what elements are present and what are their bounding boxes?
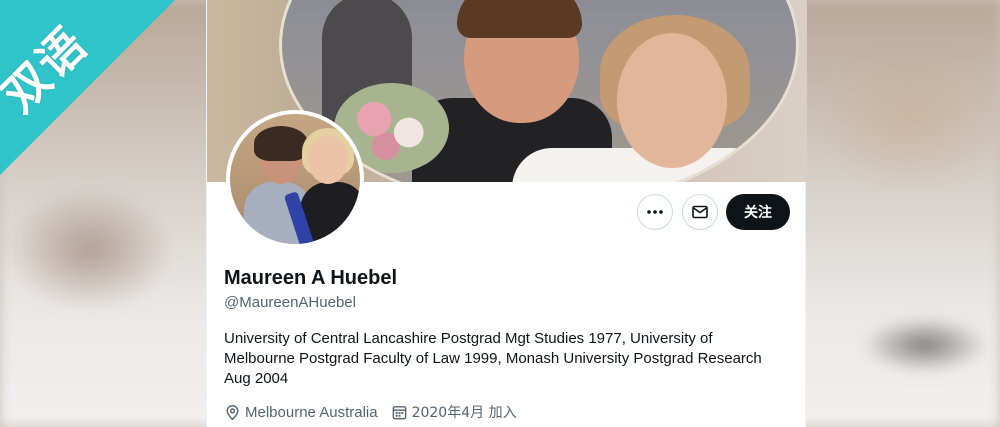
user-handle: @MaureenAHuebel (224, 294, 356, 311)
profile-bio: University of Central Lancashire Postgra… (224, 330, 762, 387)
avatar[interactable] (226, 110, 364, 248)
calendar-icon (392, 405, 406, 419)
profile-card: 关注 Maureen A Huebel @MaureenAHuebel Univ… (206, 0, 807, 427)
more-button[interactable] (637, 194, 673, 230)
envelope-icon (692, 205, 708, 219)
more-horizontal-icon (647, 210, 663, 214)
profile-meta: Melbourne Australia 2020年4月 加入 (224, 402, 530, 422)
follow-button[interactable]: 关注 (726, 194, 790, 230)
joined-item: 2020年4月 加入 (391, 402, 517, 422)
location-pin-icon (226, 404, 239, 420)
location-text: Melbourne Australia (245, 403, 378, 421)
joined-text: 2020年4月 加入 (411, 405, 517, 421)
message-button[interactable] (682, 194, 718, 230)
display-name: Maureen A Huebel (224, 267, 397, 289)
location-item: Melbourne Australia (224, 404, 378, 421)
